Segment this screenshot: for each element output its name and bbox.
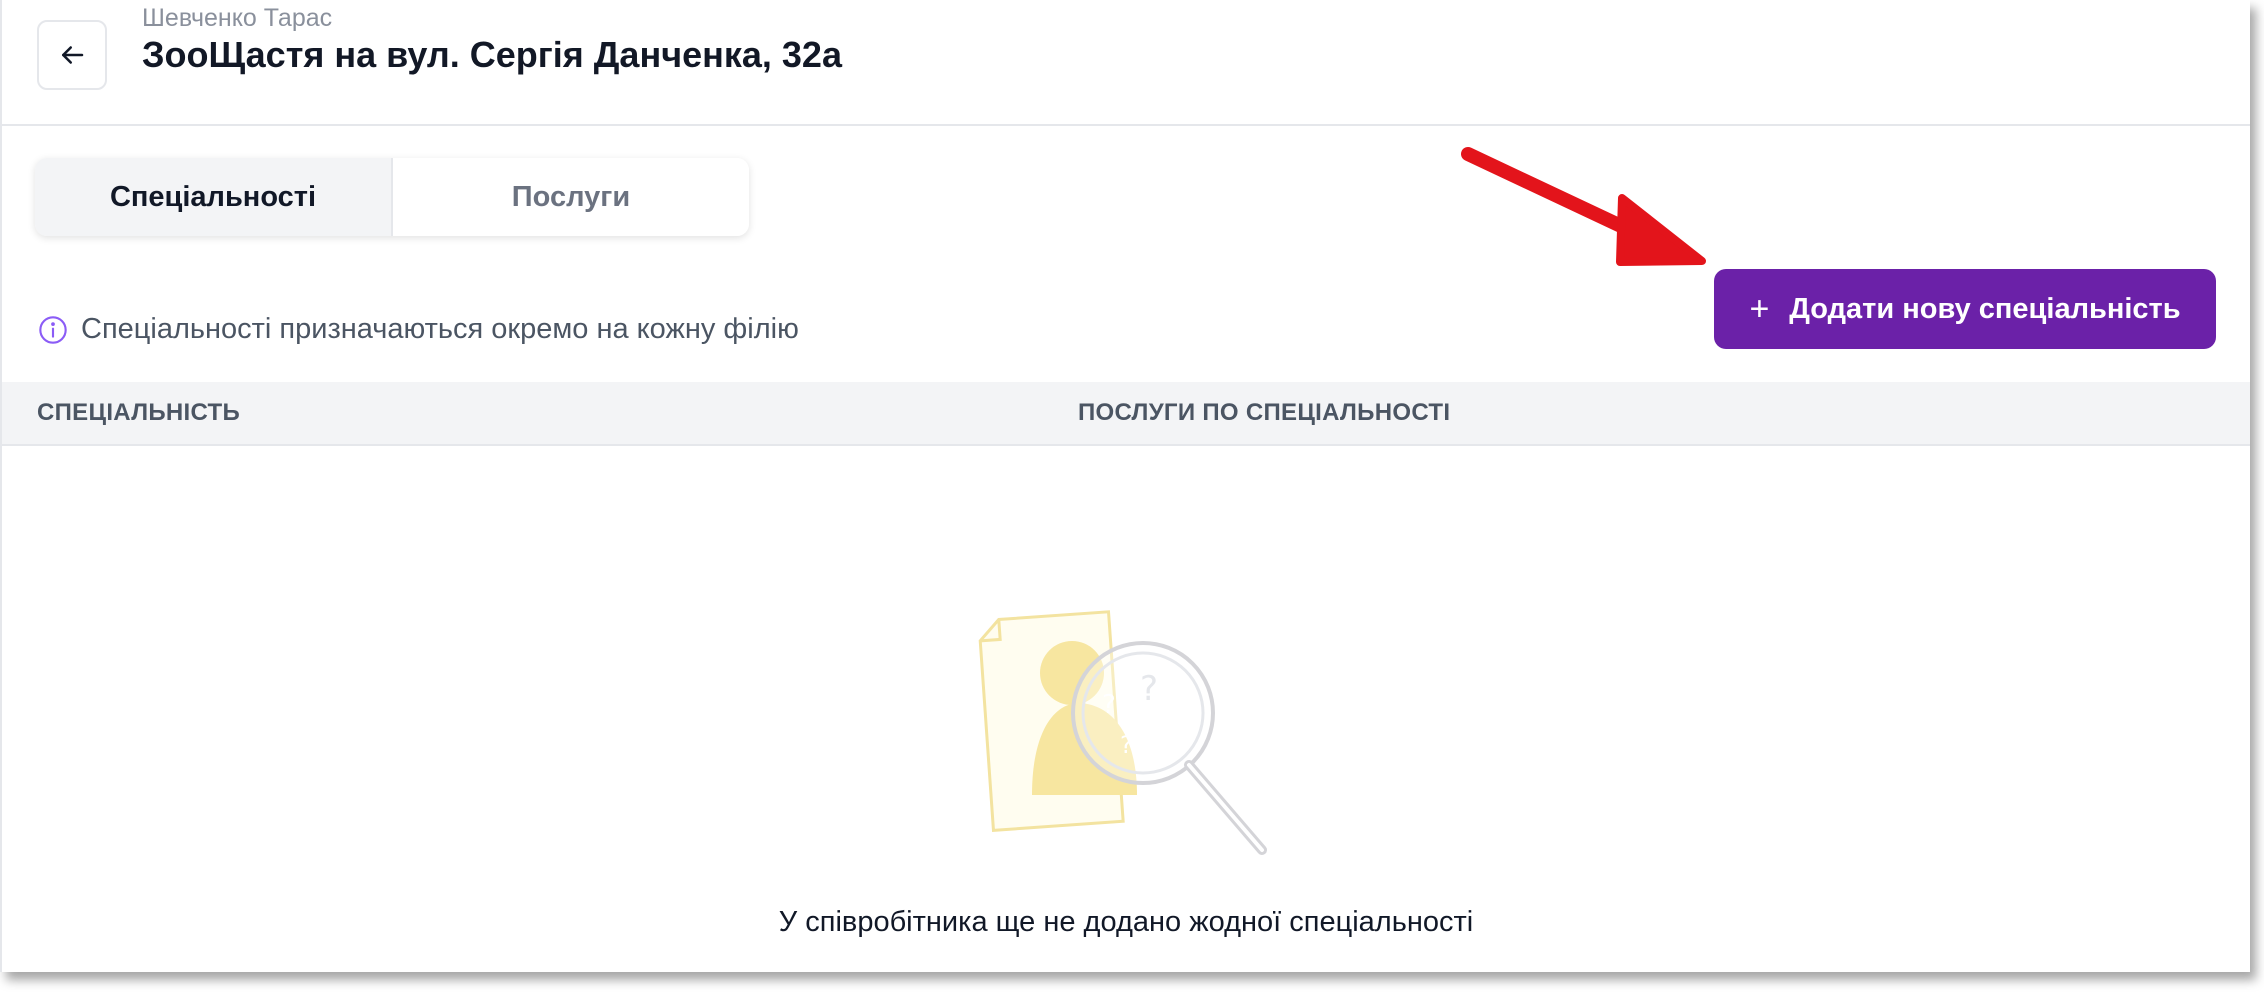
svg-text:?: ?: [1120, 731, 1133, 759]
column-header-services: ПОСЛУГИ ПО СПЕЦІАЛЬНОСТІ: [1078, 399, 1451, 426]
add-specialty-label: Додати нову спеціальність: [1789, 292, 2181, 325]
add-specialty-button[interactable]: + Додати нову спеціальність: [1714, 269, 2216, 349]
plus-icon: +: [1749, 289, 1770, 328]
arrow-left-icon: [57, 40, 87, 70]
column-header-specialty: СПЕЦІАЛЬНІСТЬ: [37, 399, 241, 426]
svg-text:?: ?: [1140, 669, 1158, 709]
info-circle-icon: [37, 314, 69, 346]
tab-group: Спеціальності Послуги: [35, 158, 749, 236]
info-note: Спеціальності призначаються окремо на ко…: [37, 313, 799, 346]
search-document-illustration: ? ? ?: [977, 595, 1277, 870]
red-arrow-annotation: [1452, 140, 1712, 285]
page-title: ЗооЩастя на вул. Сергія Данченка, 32а: [142, 34, 842, 75]
back-button[interactable]: [37, 20, 107, 90]
employee-name: Шевченко Тарас: [142, 4, 333, 32]
empty-state-message: У співробітника ще не додано жодної спец…: [778, 906, 1474, 938]
page-header: Шевченко Тарас ЗооЩастя на вул. Сергія Д…: [2, 0, 2250, 126]
info-text: Спеціальності призначаються окремо на ко…: [81, 313, 799, 345]
tab-services[interactable]: Послуги: [393, 158, 749, 236]
tab-specialties[interactable]: Спеціальності: [35, 158, 393, 236]
table-header: СПЕЦІАЛЬНІСТЬ ПОСЛУГИ ПО СПЕЦІАЛЬНОСТІ: [2, 382, 2250, 446]
app-window: Шевченко Тарас ЗооЩастя на вул. Сергія Д…: [0, 0, 2250, 972]
svg-text:?: ?: [1102, 690, 1116, 720]
